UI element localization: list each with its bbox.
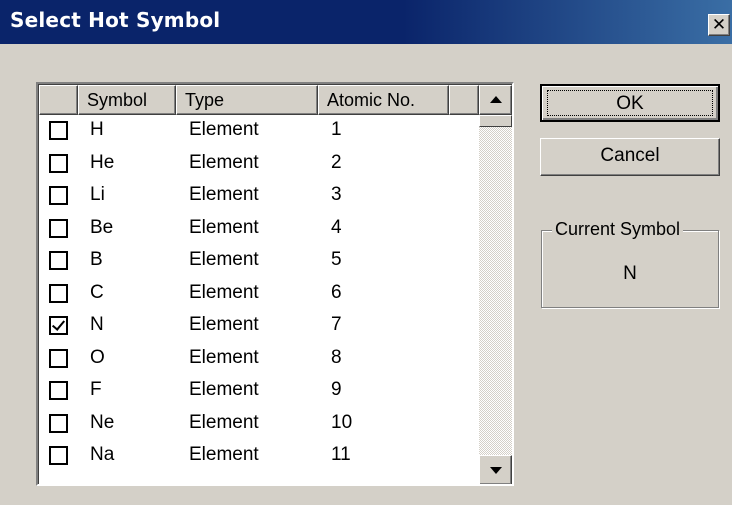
cell-atomic-no: 5 xyxy=(331,249,342,270)
scroll-up-button[interactable] xyxy=(479,85,512,115)
scroll-down-arrow-icon xyxy=(490,467,502,474)
cell-symbol: Li xyxy=(90,184,105,205)
cell-symbol: H xyxy=(90,119,104,140)
window-title: Select Hot Symbol xyxy=(10,8,221,32)
row-checkbox[interactable] xyxy=(49,121,68,140)
close-button[interactable]: ✕ xyxy=(708,14,730,36)
cell-atomic-no: 11 xyxy=(331,444,351,465)
cell-atomic-no: 6 xyxy=(331,281,342,303)
list-item[interactable]: H Element 1 xyxy=(39,115,479,148)
cell-type: Element xyxy=(189,411,259,433)
scroll-down-button[interactable] xyxy=(479,455,512,484)
list-item[interactable]: He Element 2 xyxy=(39,148,479,181)
list-item[interactable]: Ne Element 10 xyxy=(39,408,479,441)
cell-type: Element xyxy=(189,151,259,173)
cell-symbol: Ne xyxy=(90,411,115,433)
cell-atomic-no: 9 xyxy=(331,379,342,400)
list-item[interactable]: N Element 7 xyxy=(39,310,479,343)
cell-type: Element xyxy=(189,249,259,270)
cell-type: Element xyxy=(189,346,259,368)
list-item[interactable]: F Element 9 xyxy=(39,375,479,408)
row-checkbox[interactable] xyxy=(49,283,68,303)
row-checkbox[interactable] xyxy=(49,218,68,238)
cell-type: Element xyxy=(189,444,259,465)
cell-atomic-no: 1 xyxy=(331,119,342,140)
cell-symbol: He xyxy=(90,151,115,173)
list-item[interactable]: Li Element 3 xyxy=(39,180,479,213)
cell-type: Element xyxy=(189,119,259,140)
cell-symbol: O xyxy=(90,346,105,368)
cell-atomic-no: 2 xyxy=(331,151,342,173)
column-header-checkbox[interactable] xyxy=(39,85,78,115)
row-checkbox[interactable] xyxy=(49,348,68,368)
cell-symbol: B xyxy=(90,249,103,270)
cell-atomic-no: 8 xyxy=(331,346,342,368)
cell-symbol: N xyxy=(90,314,104,335)
cell-type: Element xyxy=(189,379,259,400)
cell-symbol: Be xyxy=(90,216,114,238)
column-header-symbol[interactable]: Symbol xyxy=(78,85,176,115)
list-rows: H Element 1 He Element 2 Li Element 3 Be Element 4 B… xyxy=(39,115,479,473)
column-header-atomic-no[interactable]: Atomic No. xyxy=(318,85,449,115)
cell-atomic-no: 7 xyxy=(331,314,342,335)
row-checkbox[interactable] xyxy=(49,251,68,270)
row-checkbox[interactable] xyxy=(49,186,68,205)
cell-symbol: C xyxy=(90,281,104,303)
title-bar: Select Hot Symbol ✕ xyxy=(0,0,732,44)
list-item[interactable]: Na Element 11 xyxy=(39,440,479,473)
scroll-thumb[interactable] xyxy=(479,115,512,127)
close-icon: ✕ xyxy=(711,15,727,35)
cell-type: Element xyxy=(189,184,259,205)
cell-atomic-no: 10 xyxy=(331,411,353,433)
cell-type: Element xyxy=(189,314,259,335)
row-checkbox[interactable] xyxy=(49,316,68,335)
cell-atomic-no: 4 xyxy=(331,216,342,238)
cell-atomic-no: 3 xyxy=(331,184,342,205)
cell-symbol: F xyxy=(90,379,102,400)
scroll-up-arrow-icon xyxy=(490,96,502,103)
list-item[interactable]: O Element 8 xyxy=(39,343,479,376)
list-header: Symbol Type Atomic No. xyxy=(39,85,479,115)
cell-type: Element xyxy=(189,216,259,238)
current-symbol-group: Current Symbol N xyxy=(541,219,719,308)
ok-button-label: OK xyxy=(547,90,713,116)
current-symbol-legend: Current Symbol xyxy=(552,219,684,240)
row-checkbox[interactable] xyxy=(49,413,68,433)
row-checkbox[interactable] xyxy=(49,381,68,400)
vertical-scrollbar[interactable] xyxy=(479,85,512,484)
column-header-type[interactable]: Type xyxy=(176,85,318,115)
cell-type: Element xyxy=(189,281,259,303)
list-item[interactable]: C Element 6 xyxy=(39,278,479,311)
list-item[interactable]: B Element 5 xyxy=(39,245,479,278)
current-symbol-value: N xyxy=(623,263,637,284)
symbol-list[interactable]: Symbol Type Atomic No. H Element 1 He Elemen… xyxy=(36,82,514,486)
column-header-filler xyxy=(449,85,479,115)
row-checkbox[interactable] xyxy=(49,446,68,465)
cancel-button[interactable]: Cancel xyxy=(540,138,720,176)
row-checkbox[interactable] xyxy=(49,153,68,173)
cell-symbol: Na xyxy=(90,444,115,465)
ok-button[interactable]: OK xyxy=(540,84,720,122)
list-item[interactable]: Be Element 4 xyxy=(39,213,479,246)
